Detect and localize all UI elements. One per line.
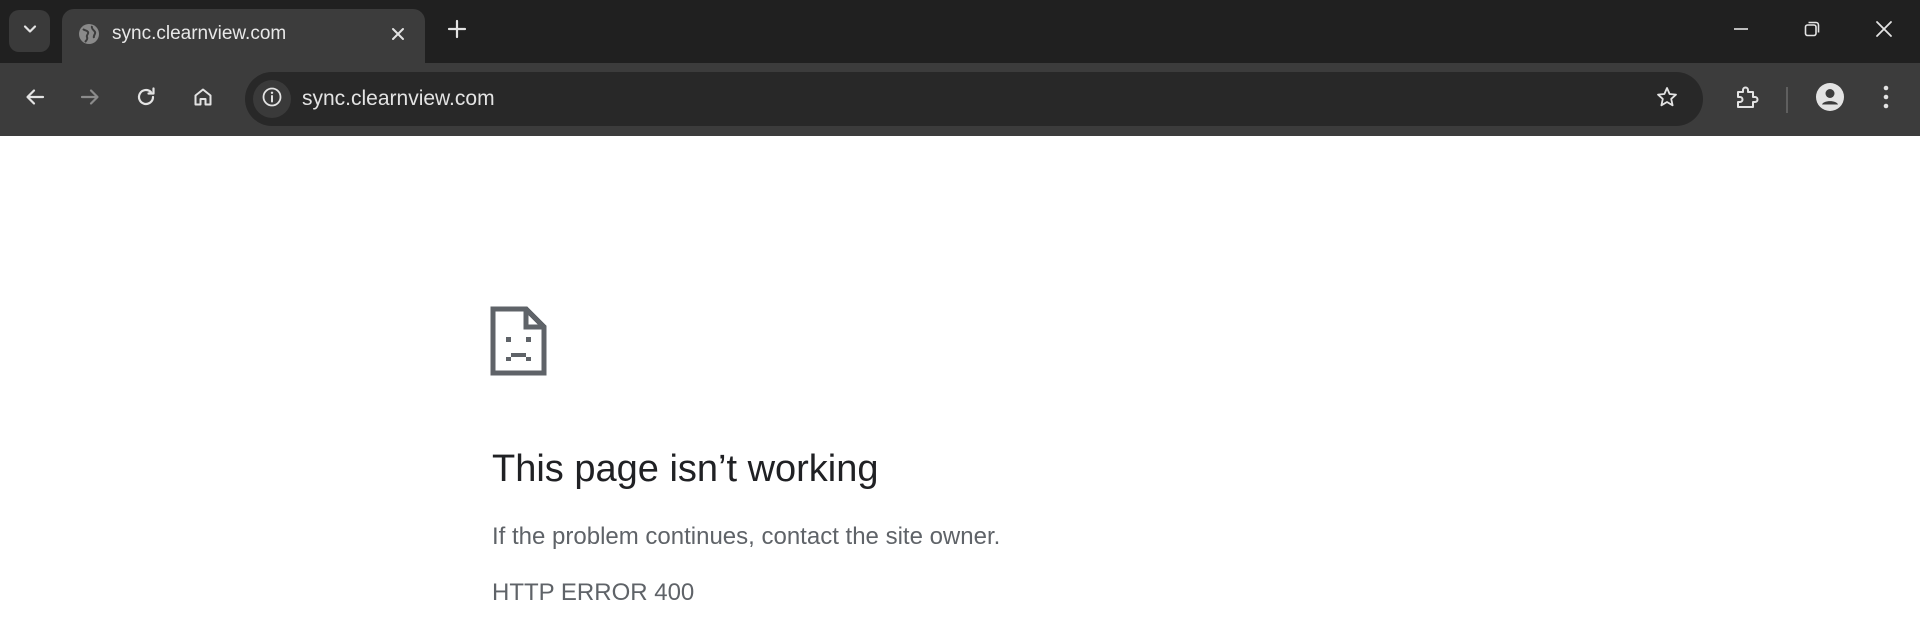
extensions-button[interactable] bbox=[1727, 79, 1767, 119]
url-text[interactable]: sync.clearnview.com bbox=[302, 85, 495, 113]
chevron-down-icon bbox=[21, 20, 39, 43]
tab-close-button[interactable] bbox=[384, 20, 412, 48]
error-message: If the problem continues, contact the si… bbox=[492, 523, 1001, 550]
sad-document-icon bbox=[490, 306, 550, 376]
back-arrow-icon bbox=[24, 86, 46, 113]
close-icon bbox=[1874, 19, 1894, 44]
error-heading: This page isn’t working bbox=[492, 448, 879, 490]
info-icon bbox=[261, 86, 283, 113]
home-icon bbox=[192, 86, 214, 113]
tab-strip: sync.clearnview.com bbox=[0, 0, 1920, 63]
plus-icon bbox=[447, 19, 467, 44]
new-tab-button[interactable] bbox=[440, 14, 474, 48]
back-button[interactable] bbox=[15, 79, 55, 119]
globe-icon bbox=[77, 22, 101, 46]
star-icon bbox=[1655, 85, 1679, 114]
forward-button[interactable] bbox=[70, 79, 110, 119]
close-icon bbox=[392, 28, 404, 40]
home-button[interactable] bbox=[183, 79, 223, 119]
profile-icon bbox=[1815, 82, 1845, 117]
reload-icon bbox=[135, 86, 157, 113]
minimize-button[interactable] bbox=[1705, 0, 1777, 63]
site-info-button[interactable] bbox=[253, 80, 291, 118]
reload-button[interactable] bbox=[126, 79, 166, 119]
browser-tab[interactable]: sync.clearnview.com bbox=[62, 9, 425, 63]
page-content: This page isn’t working If the problem c… bbox=[0, 136, 1920, 640]
close-window-button[interactable] bbox=[1848, 0, 1920, 63]
restore-icon bbox=[1803, 20, 1821, 43]
toolbar-divider bbox=[1786, 87, 1788, 113]
extensions-icon bbox=[1734, 84, 1760, 115]
bookmark-button[interactable] bbox=[1648, 80, 1686, 118]
address-bar[interactable]: sync.clearnview.com bbox=[245, 72, 1703, 126]
more-vert-icon bbox=[1881, 84, 1891, 115]
menu-button[interactable] bbox=[1866, 79, 1906, 119]
minimize-icon bbox=[1732, 20, 1750, 43]
profile-button[interactable] bbox=[1810, 79, 1850, 119]
tab-search-button[interactable] bbox=[9, 10, 50, 52]
tab-title: sync.clearnview.com bbox=[112, 23, 287, 44]
forward-arrow-icon bbox=[79, 86, 101, 113]
browser-toolbar: sync.clearnview.com bbox=[0, 63, 1920, 136]
error-code: HTTP ERROR 400 bbox=[492, 579, 695, 606]
restore-button[interactable] bbox=[1776, 0, 1848, 63]
